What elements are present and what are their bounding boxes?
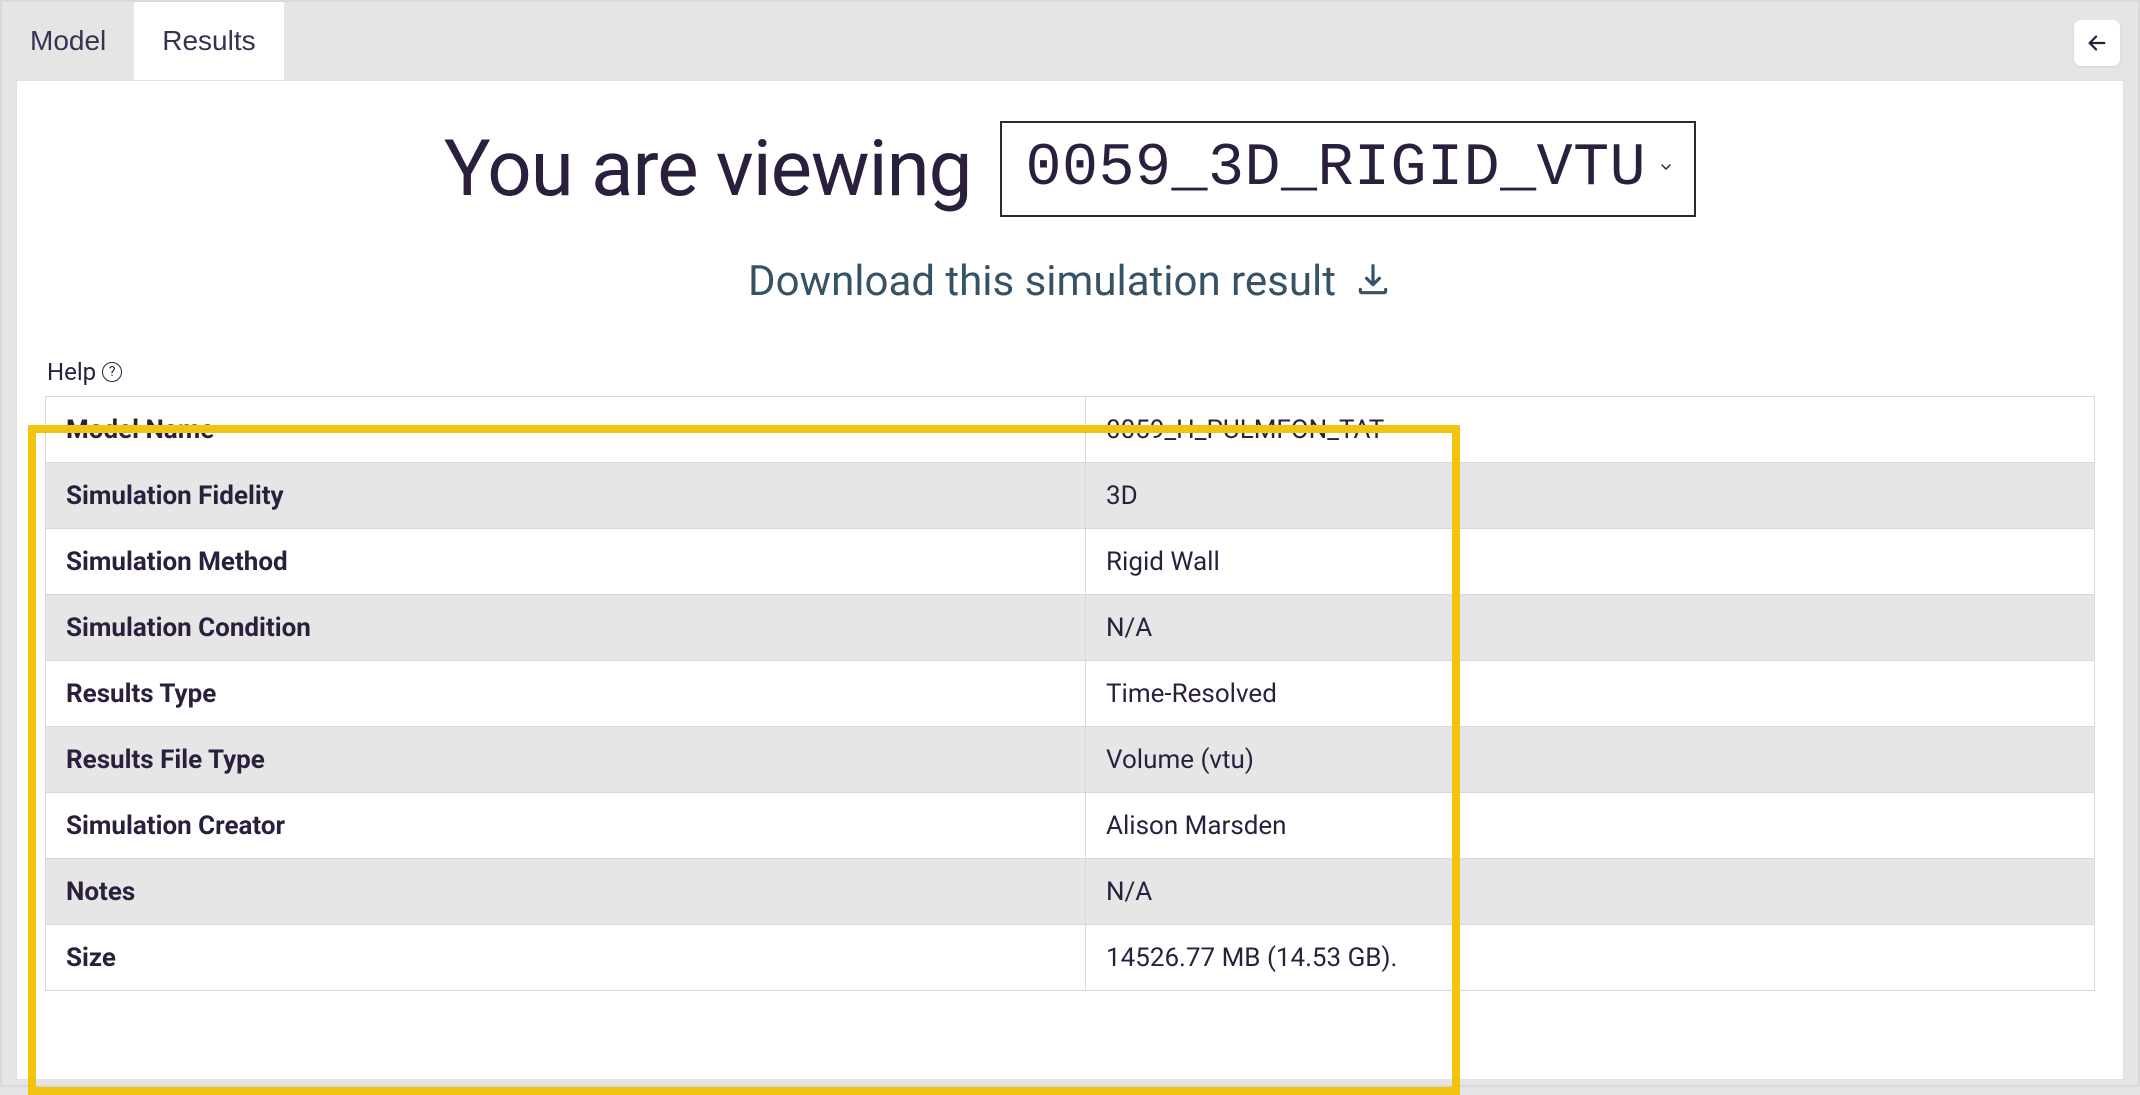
detail-value: Time-Resolved	[1086, 661, 2095, 727]
table-row: Size 14526.77 MB (14.53 GB).	[46, 925, 2095, 991]
heading-row: You are viewing 0059_3D_RIGID_VTU	[17, 109, 2123, 225]
download-icon	[1354, 261, 1392, 303]
download-label: Download this simulation result	[748, 257, 1336, 306]
arrow-left-icon	[2086, 32, 2108, 54]
tab-bar: Model Results	[2, 2, 2138, 80]
result-select[interactable]: 0059_3D_RIGID_VTU	[1000, 121, 1697, 217]
app-container: Model Results You are viewing 0059_3D_RI…	[0, 0, 2140, 1087]
detail-label: Simulation Fidelity	[46, 463, 1086, 529]
table-row: Model Name 0059_H_PULMFON_TAT	[46, 397, 2095, 463]
tab-results[interactable]: Results	[134, 2, 283, 80]
table-row: Results File Type Volume (vtu)	[46, 727, 2095, 793]
help-label: Help	[47, 358, 96, 386]
detail-label: Notes	[46, 859, 1086, 925]
detail-value: 0059_H_PULMFON_TAT	[1086, 397, 2095, 463]
table-row: Simulation Condition N/A	[46, 595, 2095, 661]
detail-label: Model Name	[46, 397, 1086, 463]
download-link[interactable]: Download this simulation result	[17, 257, 2123, 306]
tab-model[interactable]: Model	[2, 2, 134, 80]
table-row: Notes N/A	[46, 859, 2095, 925]
detail-label: Results File Type	[46, 727, 1086, 793]
detail-value: 3D	[1086, 463, 2095, 529]
result-select-value: 0059_3D_RIGID_VTU	[1026, 135, 1647, 203]
detail-label: Simulation Method	[46, 529, 1086, 595]
details-table: Model Name 0059_H_PULMFON_TAT Simulation…	[45, 396, 2095, 991]
detail-label: Simulation Creator	[46, 793, 1086, 859]
detail-value: 14526.77 MB (14.53 GB).	[1086, 925, 2095, 991]
back-button[interactable]	[2074, 20, 2120, 66]
detail-label: Simulation Condition	[46, 595, 1086, 661]
detail-value: Alison Marsden	[1086, 793, 2095, 859]
help-icon: ?	[102, 362, 122, 382]
detail-value: Volume (vtu)	[1086, 727, 2095, 793]
help-link[interactable]: Help ?	[17, 306, 2123, 386]
detail-value: Rigid Wall	[1086, 529, 2095, 595]
chevron-down-icon	[1658, 159, 1674, 180]
table-row: Results Type Time-Resolved	[46, 661, 2095, 727]
table-row: Simulation Fidelity 3D	[46, 463, 2095, 529]
detail-label: Results Type	[46, 661, 1086, 727]
table-row: Simulation Creator Alison Marsden	[46, 793, 2095, 859]
detail-value: N/A	[1086, 859, 2095, 925]
detail-label: Size	[46, 925, 1086, 991]
detail-value: N/A	[1086, 595, 2095, 661]
main-panel: You are viewing 0059_3D_RIGID_VTU Downlo…	[16, 80, 2124, 1080]
table-row: Simulation Method Rigid Wall	[46, 529, 2095, 595]
page-heading: You are viewing	[444, 124, 972, 215]
